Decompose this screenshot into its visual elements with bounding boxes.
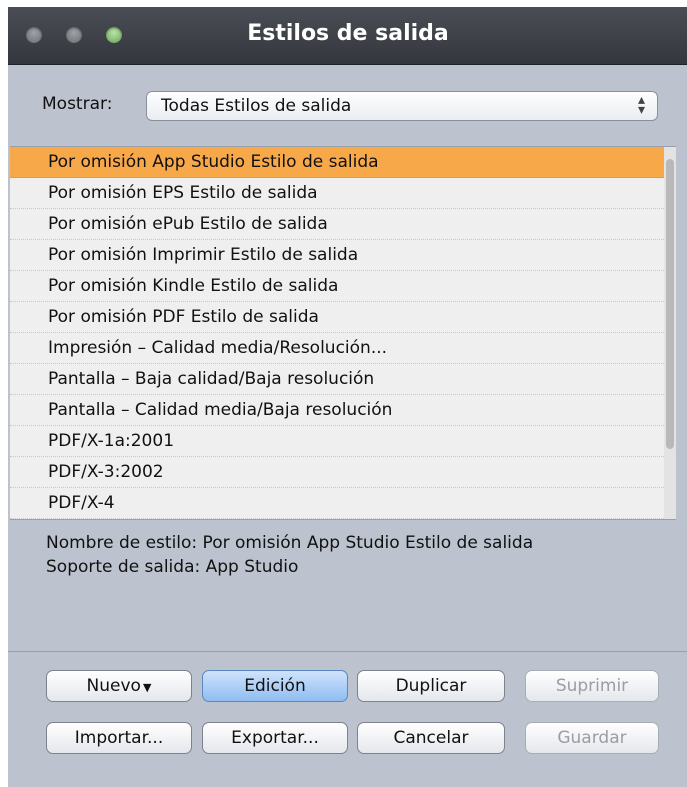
edit-button[interactable]: Edición bbox=[202, 670, 348, 702]
list-item[interactable]: Impresión – Calidad media/Resolución... bbox=[10, 333, 676, 364]
list-item[interactable]: PDF/X-1a:2001 bbox=[10, 426, 676, 457]
styles-list-rows: Por omisión App Studio Estilo de salida … bbox=[10, 147, 676, 519]
dropdown-triangle-icon: ▼ bbox=[142, 681, 152, 694]
new-button-label: Nuevo bbox=[86, 676, 141, 696]
list-item[interactable]: Por omisión ePub Estilo de salida bbox=[10, 209, 676, 240]
cancel-button[interactable]: Cancelar bbox=[357, 722, 505, 754]
filter-selected-value: Todas Estilos de salida bbox=[161, 96, 352, 116]
save-button: Guardar bbox=[525, 722, 659, 754]
list-item[interactable]: Por omisión Kindle Estilo de salida bbox=[10, 271, 676, 302]
list-item[interactable]: Por omisión App Studio Estilo de salida bbox=[10, 147, 676, 178]
select-arrows-icon: ▴ ▾ bbox=[637, 92, 645, 118]
list-item[interactable]: Pantalla – Baja calidad/Baja resolución bbox=[10, 364, 676, 395]
output-support-line: Soporte de salida: App Studio bbox=[46, 557, 299, 577]
list-item[interactable]: PDF/X-3:2002 bbox=[10, 457, 676, 488]
list-scrollbar[interactable] bbox=[664, 147, 676, 519]
style-details: Nombre de estilo: Por omisión App Studio… bbox=[46, 531, 533, 579]
divider bbox=[8, 651, 687, 652]
styles-list[interactable]: Por omisión App Studio Estilo de salida … bbox=[10, 146, 676, 520]
export-button[interactable]: Exportar... bbox=[202, 722, 348, 754]
scrollbar-thumb[interactable] bbox=[666, 159, 674, 449]
list-item[interactable]: PDF/X-4 bbox=[10, 488, 676, 519]
new-button[interactable]: Nuevo ▼ bbox=[46, 670, 192, 702]
delete-button: Suprimir bbox=[525, 670, 659, 702]
duplicate-button[interactable]: Duplicar bbox=[357, 670, 505, 702]
window-title: Estilos de salida bbox=[247, 21, 449, 46]
list-item[interactable]: Pantalla – Calidad media/Baja resolución bbox=[10, 395, 676, 426]
output-styles-window: Estilos de salida Mostrar: Todas Estilos… bbox=[8, 7, 687, 787]
list-item[interactable]: Por omisión PDF Estilo de salida bbox=[10, 302, 676, 333]
title-bar[interactable]: Estilos de salida bbox=[8, 7, 687, 65]
style-name-line: Nombre de estilo: Por omisión App Studio… bbox=[46, 533, 534, 553]
filter-select[interactable]: Todas Estilos de salida ▴ ▾ bbox=[146, 91, 658, 121]
list-item[interactable]: Por omisión Imprimir Estilo de salida bbox=[10, 240, 676, 271]
filter-label: Mostrar: bbox=[42, 94, 113, 114]
import-button[interactable]: Importar... bbox=[46, 722, 192, 754]
list-item[interactable]: Por omisión EPS Estilo de salida bbox=[10, 178, 676, 209]
